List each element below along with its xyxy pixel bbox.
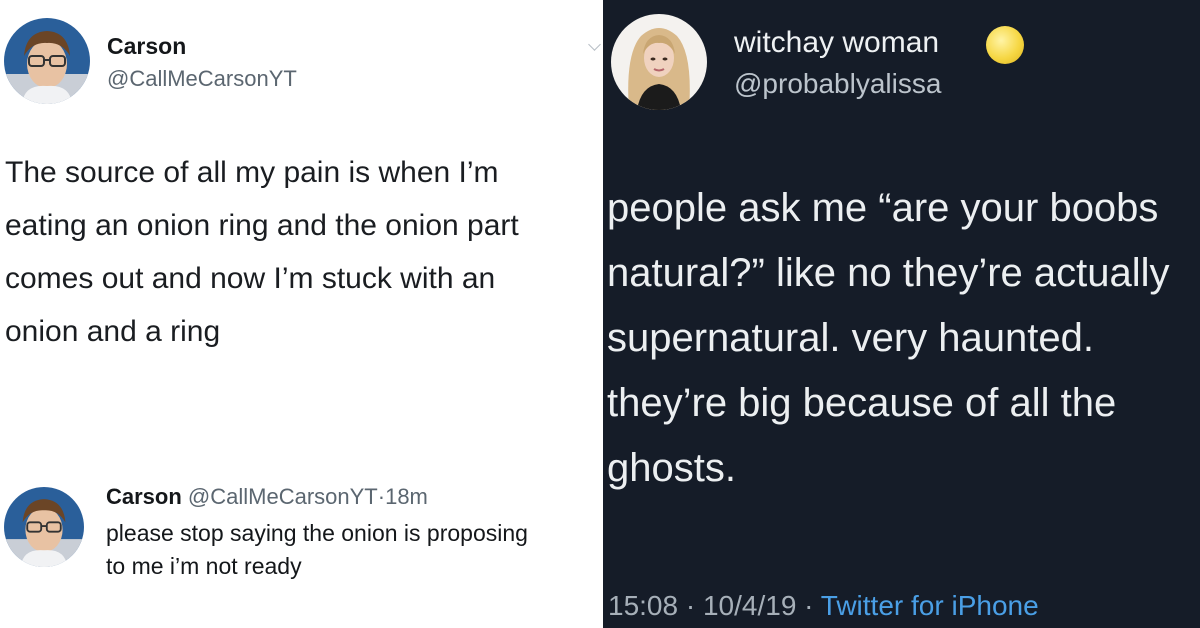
author-handle[interactable]: @probablyalissa [734,68,941,100]
author-handle[interactable]: @CallMeCarsonYT [188,484,378,509]
author-handle[interactable]: @CallMeCarsonYT [107,66,297,92]
author-name[interactable]: Carson [106,484,182,509]
avatar[interactable] [4,487,84,567]
chevron-down-icon[interactable] [588,38,601,51]
author-name[interactable]: Carson [107,33,186,60]
tweet-time[interactable]: 15:08 [608,590,678,621]
tweet-date[interactable]: 10/4/19 [703,590,796,621]
tweet-meta: 15:08 · 10/4/19 · Twitter for iPhone [608,590,1039,622]
separator: · [377,484,386,509]
profile-photo-icon [4,487,84,567]
separator: · [804,590,814,621]
avatar[interactable] [611,14,707,110]
tweet-text: The source of all my pain is when I’m ea… [5,156,519,348]
separator: · [685,590,696,621]
timestamp[interactable]: 18m [385,484,428,509]
profile-photo-icon [4,18,90,104]
left-tweet-screenshot: Carson @CallMeCarsonYT The source of all… [0,0,603,628]
reply-text: please stop saying the onion is proposin… [106,520,528,579]
tweet-text: people ask me “are your boobs natural?” … [607,186,1170,490]
full-moon-icon [986,26,1024,64]
author-name[interactable]: witchay woman [734,26,939,60]
reply-header: Carson @CallMeCarsonYT·18m [106,484,428,510]
avatar[interactable] [4,18,90,104]
right-tweet-screenshot: witchay woman @probablyalissa people ask… [603,0,1200,628]
profile-photo-icon [611,14,707,110]
tweet-source-link[interactable]: Twitter for iPhone [821,590,1039,621]
